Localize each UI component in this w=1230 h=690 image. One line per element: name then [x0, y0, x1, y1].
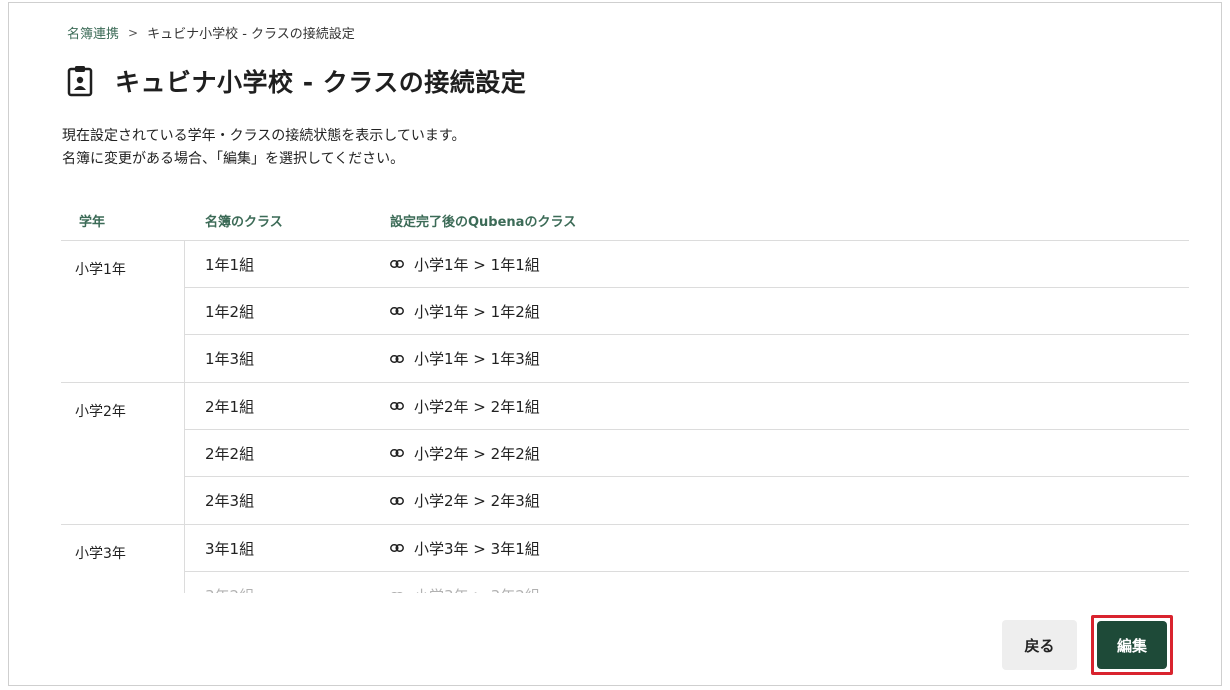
roster-class-cell: 2年2組 [205, 444, 255, 463]
edit-button[interactable]: 編集 [1097, 621, 1167, 669]
breadcrumb-root-link[interactable]: 名簿連携 [67, 23, 119, 42]
breadcrumb: 名簿連携 > キュビナ小学校 - クラスの接続設定 [67, 23, 355, 43]
roster-class-cell: 2年3組 [205, 492, 255, 510]
qubena-class-label: 小学2年 > 2年3組 [414, 492, 540, 510]
table-row: 3年2組 小学3年 > 3年2組 [185, 572, 1189, 593]
breadcrumb-current: キュビナ小学校 - クラスの接続設定 [147, 27, 355, 42]
header-qubena-class: 設定完了後のQubenaのクラス [390, 215, 577, 230]
qubena-class-cell: 小学2年 > 2年1組 [385, 396, 540, 417]
grade-group: 小学1年 1年1組 小学1年 > 1年1組 1年2組 小学1年 > 1年2組 1… [61, 241, 1189, 383]
qubena-class-label: 小学2年 > 2年2組 [414, 444, 540, 463]
qubena-class-label: 小学3年 > 3年1組 [414, 539, 540, 558]
qubena-class-cell: 小学2年 > 2年2組 [385, 443, 540, 464]
qubena-class-cell: 小学3年 > 3年1組 [385, 538, 540, 559]
link-icon [390, 307, 404, 315]
description-line-1: 現在設定されている学年・クラスの接続状態を表示しています。 [62, 128, 466, 144]
link-icon [390, 544, 404, 552]
link-icon [390, 449, 404, 457]
roster-class-cell: 3年2組 [185, 585, 385, 593]
qubena-class-label: 小学2年 > 2年1組 [414, 397, 540, 416]
roster-class-cell: 1年2組 [205, 302, 255, 321]
qubena-class-label: 小学1年 > 1年1組 [414, 255, 540, 274]
link-icon [390, 496, 404, 505]
header-grade: 学年 [79, 215, 106, 230]
breadcrumb-separator: > [128, 25, 139, 40]
grade-label: 小学1年 [61, 241, 185, 382]
qubena-class-cell: 小学2年 > 2年3組 [385, 490, 540, 511]
edit-button-highlight: 編集 [1091, 615, 1173, 675]
back-button[interactable]: 戻る [1002, 620, 1077, 670]
roster-class-cell: 1年1組 [205, 255, 255, 274]
roster-class-cell: 1年3組 [205, 350, 255, 368]
description: 現在設定されている学年・クラスの接続状態を表示しています。 名簿に変更がある場合… [62, 125, 465, 171]
header-roster-class: 名簿のクラス [205, 215, 283, 230]
qubena-class-cell: 小学1年 > 1年1組 [385, 254, 540, 275]
qubena-class-label: 小学1年 > 1年2組 [414, 302, 540, 321]
description-line-2: 名簿に変更がある場合、「編集」を選択してください。 [62, 151, 405, 167]
page-header: キュビナ小学校 - クラスの接続設定 [67, 63, 526, 99]
roster-class-cell: 2年1組 [205, 397, 255, 416]
footer-actions: 戻る 編集 [1002, 615, 1173, 675]
table-row: 2年1組 小学2年 > 2年1組 [185, 383, 1189, 430]
grade-label: 小学2年 [61, 383, 185, 524]
grade-label: 小学3年 [61, 525, 185, 593]
qubena-class-label: 小学3年 > 3年2組 [414, 585, 540, 593]
link-icon [390, 402, 404, 410]
table-row: 1年3組 小学1年 > 1年3組 [185, 335, 1189, 382]
table-row: 1年1組 小学1年 > 1年1組 [185, 241, 1189, 288]
class-connection-table[interactable]: 学年 名簿のクラス 設定完了後のQubenaのクラス 小学1年 1年1組 小学1… [61, 201, 1189, 593]
roster-class-cell: 3年1組 [205, 539, 255, 558]
settings-panel: 名簿連携 > キュビナ小学校 - クラスの接続設定 キュビナ小学校 - クラスの… [8, 2, 1222, 686]
link-icon [390, 260, 404, 268]
table-row: 1年2組 小学1年 > 1年2組 [185, 288, 1189, 335]
qubena-class-cell: 小学3年 > 3年2組 [385, 585, 540, 593]
qubena-class-cell: 小学1年 > 1年2組 [385, 301, 540, 322]
table-row: 2年2組 小学2年 > 2年2組 [185, 430, 1189, 477]
clipboard-badge-icon [67, 66, 93, 97]
table-header: 学年 名簿のクラス 設定完了後のQubenaのクラス [61, 201, 1189, 241]
grade-group: 小学2年 2年1組 小学2年 > 2年1組 2年2組 小学2年 > 2年2組 2… [61, 383, 1189, 525]
table-row: 2年3組 小学2年 > 2年3組 [185, 477, 1189, 524]
qubena-class-cell: 小学1年 > 1年3組 [385, 348, 540, 369]
page-title: キュビナ小学校 - クラスの接続設定 [115, 68, 527, 97]
link-icon [390, 354, 404, 363]
link-icon [390, 591, 404, 593]
qubena-class-label: 小学1年 > 1年3組 [414, 350, 540, 368]
grade-group: 小学3年 3年1組 小学3年 > 3年1組 3年2組 小学3年 > 3年2組 [61, 525, 1189, 593]
table-row: 3年1組 小学3年 > 3年1組 [185, 525, 1189, 572]
